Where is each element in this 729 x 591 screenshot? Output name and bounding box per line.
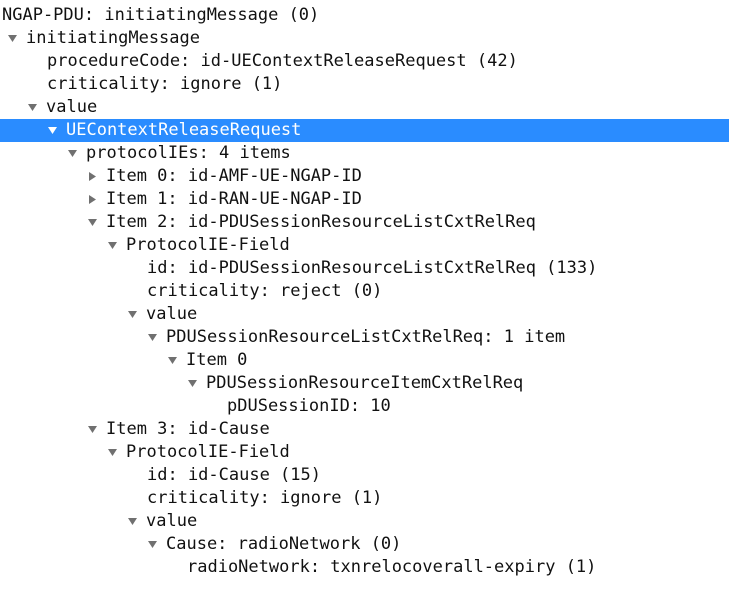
item-3-row[interactable]: Item 3: id-Cause <box>0 418 729 441</box>
triangle-down-icon[interactable] <box>27 101 38 112</box>
ie3-criticality-row[interactable]: criticality: ignore (1) <box>0 487 729 510</box>
ie3-value-row[interactable]: value <box>0 510 729 533</box>
triangle-down-icon[interactable] <box>7 32 18 43</box>
tree-row-label: Cause: radioNetwork (0) <box>166 534 401 554</box>
procedure-code-row[interactable]: procedureCode: id-UEContextReleaseReques… <box>0 50 729 73</box>
tree-row-label: Item 1: id-RAN-UE-NGAP-ID <box>106 189 362 209</box>
cause-row[interactable]: Cause: radioNetwork (0) <box>0 533 729 556</box>
triangle-down-icon[interactable] <box>107 446 118 457</box>
pdusessionid-row[interactable]: pDUSessionID: 10 <box>0 395 729 418</box>
item-0-row[interactable]: Item 0: id-AMF-UE-NGAP-ID <box>0 165 729 188</box>
uecontextreleaserequest-row[interactable]: UEContextReleaseRequest <box>0 119 729 142</box>
item-1-row[interactable]: Item 1: id-RAN-UE-NGAP-ID <box>0 188 729 211</box>
tree-row-label: UEContextReleaseRequest <box>66 120 301 140</box>
tree-row-label: value <box>146 511 197 531</box>
tree-row-label: pDUSessionID: 10 <box>227 396 391 416</box>
triangle-down-icon[interactable] <box>87 423 98 434</box>
tree-row-label: ProtocolIE-Field <box>126 235 290 255</box>
triangle-down-icon[interactable] <box>147 538 158 549</box>
triangle-down-icon[interactable] <box>107 239 118 250</box>
ie3-id-row[interactable]: id: id-Cause (15) <box>0 464 729 487</box>
tree-row-label: procedureCode: id-UEContextReleaseReques… <box>47 51 518 71</box>
protocolies-row[interactable]: protocolIEs: 4 items <box>0 142 729 165</box>
tree-row-label: criticality: ignore (1) <box>147 488 382 508</box>
pduitem-row[interactable]: PDUSessionResourceItemCxtRelReq <box>0 372 729 395</box>
tree-row-label: Item 0: id-AMF-UE-NGAP-ID <box>106 166 362 186</box>
tree-row-label: ProtocolIE-Field <box>126 442 290 462</box>
pdulist-row[interactable]: PDUSessionResourceListCxtRelReq: 1 item <box>0 326 729 349</box>
tree-row-label: PDUSessionResourceListCxtRelReq: 1 item <box>166 327 565 347</box>
ie2-value-row[interactable]: value <box>0 303 729 326</box>
tree-row-label: criticality: reject (0) <box>147 281 382 301</box>
tree-row-label: Item 3: id-Cause <box>106 419 270 439</box>
tree-row-label: Item 2: id-PDUSessionResourceListCxtRelR… <box>106 212 536 232</box>
radionetwork-row[interactable]: radioNetwork: txnrelocoverall-expiry (1) <box>0 556 729 579</box>
triangle-down-icon[interactable] <box>127 515 138 526</box>
item-2-row[interactable]: Item 2: id-PDUSessionResourceListCxtRelR… <box>0 211 729 234</box>
triangle-down-icon[interactable] <box>47 124 58 135</box>
tree-row-label: value <box>146 304 197 324</box>
tree-row-label: value <box>46 97 97 117</box>
tree-row-label: Item 0 <box>186 350 247 370</box>
ie2-criticality-row[interactable]: criticality: reject (0) <box>0 280 729 303</box>
triangle-down-icon[interactable] <box>67 147 78 158</box>
initiating-message-row[interactable]: initiatingMessage <box>0 27 729 50</box>
pdulist-item0-row[interactable]: Item 0 <box>0 349 729 372</box>
triangle-right-icon[interactable] <box>87 170 98 181</box>
triangle-down-icon[interactable] <box>127 308 138 319</box>
value-row[interactable]: value <box>0 96 729 119</box>
ie2-id-row[interactable]: id: id-PDUSessionResourceListCxtRelReq (… <box>0 257 729 280</box>
packet-details-tree[interactable]: NGAP-PDU: initiatingMessage (0) initiatin… <box>0 0 729 589</box>
triangle-down-icon[interactable] <box>187 377 198 388</box>
triangle-down-icon[interactable] <box>147 331 158 342</box>
tree-row-label: NGAP-PDU: initiatingMessage (0) <box>2 5 319 25</box>
criticality-row[interactable]: criticality: ignore (1) <box>0 73 729 96</box>
tree-row-label: id: id-PDUSessionResourceListCxtRelReq (… <box>147 258 597 278</box>
ngap-pdu-row[interactable]: NGAP-PDU: initiatingMessage (0) <box>0 4 729 27</box>
tree-row-label: radioNetwork: txnrelocoverall-expiry (1) <box>187 557 596 577</box>
tree-row-label: criticality: ignore (1) <box>47 74 282 94</box>
tree-row-label: id: id-Cause (15) <box>147 465 321 485</box>
triangle-down-icon[interactable] <box>167 354 178 365</box>
protocolie-field-2-row[interactable]: ProtocolIE-Field <box>0 234 729 257</box>
tree-row-label: PDUSessionResourceItemCxtRelReq <box>206 373 523 393</box>
triangle-down-icon[interactable] <box>87 216 98 227</box>
tree-row-label: initiatingMessage <box>26 28 200 48</box>
triangle-right-icon[interactable] <box>87 193 98 204</box>
tree-row-label: protocolIEs: 4 items <box>86 143 291 163</box>
protocolie-field-3-row[interactable]: ProtocolIE-Field <box>0 441 729 464</box>
